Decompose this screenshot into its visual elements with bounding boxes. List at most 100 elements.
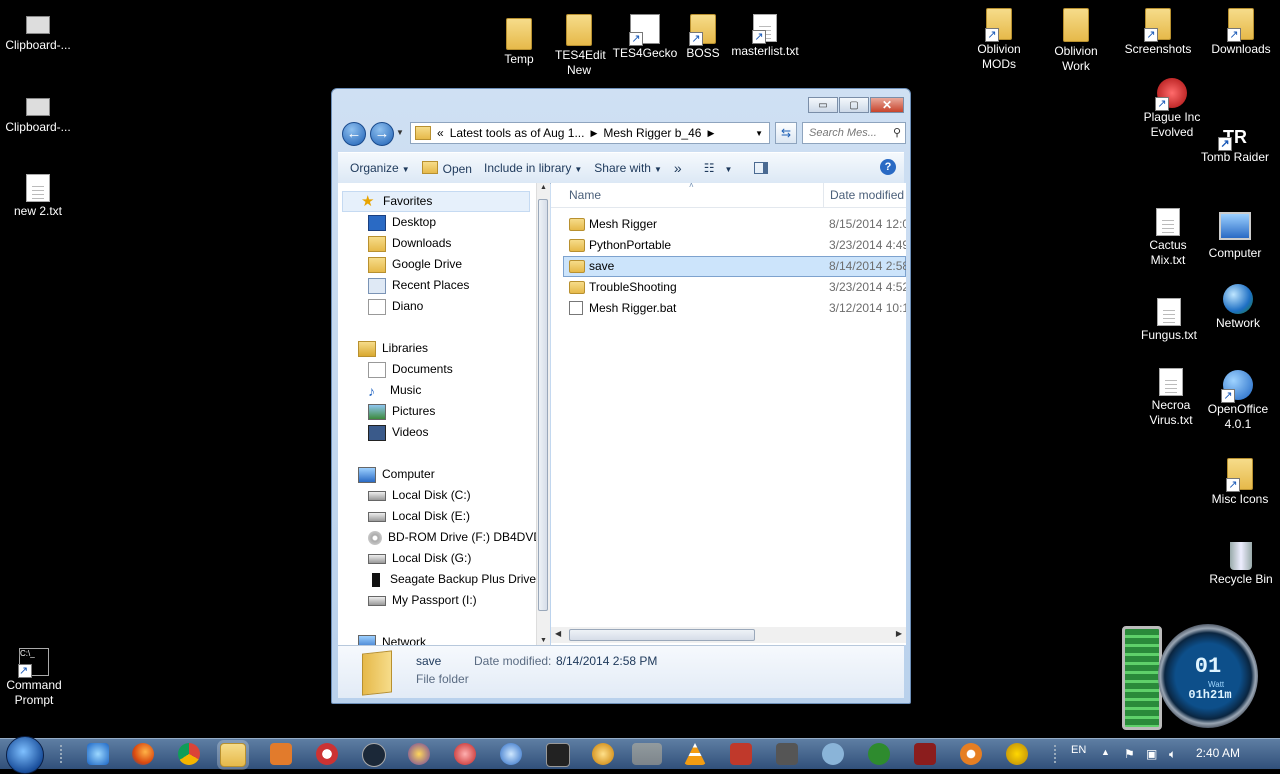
desktop-icon-fungus[interactable]: Fungus.txt bbox=[1131, 298, 1207, 343]
desktop-icon-new-2-txt[interactable]: new 2.txt bbox=[0, 174, 76, 219]
app-icon[interactable] bbox=[960, 743, 982, 765]
file-row-pythonportable[interactable]: PythonPortable 3/23/2014 4:49 bbox=[563, 235, 906, 256]
app-icon[interactable] bbox=[408, 743, 430, 765]
nav-local-disk-e[interactable]: Local Disk (E:) bbox=[368, 506, 470, 527]
change-view-icon[interactable]: ☷ ▼ bbox=[704, 161, 733, 175]
file-row-mesh-rigger-bat[interactable]: Mesh Rigger.bat 3/12/2014 10:1 bbox=[563, 298, 906, 319]
help-icon[interactable]: ? bbox=[880, 159, 896, 175]
nav-favorites[interactable]: ★ Favorites bbox=[342, 191, 530, 212]
column-header-name[interactable]: Name bbox=[569, 188, 601, 202]
nav-local-disk-g[interactable]: Local Disk (G:) bbox=[368, 548, 471, 569]
close-button[interactable]: ✕ bbox=[870, 97, 904, 113]
nav-videos[interactable]: Videos bbox=[368, 422, 428, 443]
desktop-icon-clipboard-1[interactable]: Clipboard-... bbox=[0, 16, 76, 53]
desktop-icon-network[interactable]: Network bbox=[1200, 284, 1276, 331]
back-button[interactable]: ← bbox=[342, 122, 366, 146]
desktop-icon-recycle-bin[interactable]: Recycle Bin bbox=[1203, 542, 1279, 587]
scroll-up-icon[interactable]: ▲ bbox=[540, 184, 547, 191]
nav-network[interactable]: Network bbox=[358, 632, 426, 645]
chrome-icon[interactable] bbox=[178, 743, 200, 765]
breadcrumb-mesh-rigger[interactable]: Mesh Rigger b_46 bbox=[603, 126, 701, 140]
desktop-icon-oblivion-work[interactable]: Oblivion Work bbox=[1038, 8, 1114, 74]
app-icon[interactable] bbox=[776, 743, 798, 765]
firefox-icon[interactable] bbox=[132, 743, 154, 765]
address-dropdown-icon[interactable]: ▼ bbox=[755, 129, 763, 138]
breadcrumb-separator-icon[interactable]: ▶ bbox=[707, 128, 714, 139]
nav-pictures[interactable]: Pictures bbox=[368, 401, 435, 422]
desktop-icon-tomb-raider[interactable]: TR Tomb Raider bbox=[1197, 126, 1273, 165]
nav-downloads[interactable]: Downloads bbox=[368, 233, 451, 254]
preview-pane-icon[interactable] bbox=[754, 162, 769, 174]
app-icon[interactable] bbox=[546, 743, 570, 767]
power-icon[interactable] bbox=[316, 743, 338, 765]
app-icon[interactable] bbox=[592, 743, 614, 765]
desktop-icon-screenshots[interactable]: Screenshots bbox=[1120, 8, 1196, 57]
language-indicator[interactable]: EN bbox=[1071, 744, 1086, 756]
navigation-pane-scrollbar[interactable]: ▲ ▼ bbox=[536, 183, 550, 645]
desktop-icon-tes4edit[interactable]: TES4Edit New bbox=[541, 14, 617, 78]
desktop-icon-clipboard-2[interactable]: Clipboard-... bbox=[0, 98, 76, 135]
forward-button[interactable]: → bbox=[370, 122, 394, 146]
include-in-library-button[interactable]: Include in library ▼ bbox=[484, 161, 582, 175]
show-hidden-icons-icon[interactable]: ▲ bbox=[1101, 747, 1110, 757]
scrollbar-thumb[interactable] bbox=[538, 199, 548, 611]
app-icon[interactable] bbox=[914, 743, 936, 765]
nav-google-drive[interactable]: Google Drive bbox=[368, 254, 462, 275]
desktop-icon-necroa-virus[interactable]: Necroa Virus.txt bbox=[1133, 368, 1209, 428]
open-button[interactable]: Open bbox=[421, 160, 472, 176]
desktop-icon-masterlist[interactable]: masterlist.txt bbox=[727, 14, 803, 59]
file-row-mesh-rigger[interactable]: Mesh Rigger 8/15/2014 12:0 bbox=[563, 214, 906, 235]
desktop-icon-misc-icons[interactable]: Misc Icons bbox=[1202, 458, 1278, 507]
media-player-icon[interactable] bbox=[270, 743, 292, 765]
more-commands-button[interactable]: » bbox=[674, 160, 682, 176]
utorrent-icon[interactable] bbox=[868, 743, 890, 765]
power-meter-gadget[interactable]: 01 Watt 01h21m bbox=[1122, 624, 1260, 732]
file-row-troubleshooting[interactable]: TroubleShooting 3/23/2014 4:52 bbox=[563, 277, 906, 298]
desktop-icon-command-prompt[interactable]: C:\_ Command Prompt bbox=[0, 648, 72, 708]
explorer-window[interactable]: ▭ ▢ ✕ ← → ▼ « Latest tools as of Aug 1..… bbox=[331, 88, 911, 704]
app-icon[interactable] bbox=[632, 743, 662, 765]
scroll-down-icon[interactable]: ▼ bbox=[540, 637, 547, 644]
nav-documents[interactable]: Documents bbox=[368, 359, 453, 380]
nav-my-passport[interactable]: My Passport (I:) bbox=[368, 590, 477, 611]
search-input[interactable]: Search Mes... ⚲ bbox=[802, 122, 906, 144]
breadcrumb-separator-icon[interactable]: ▶ bbox=[590, 128, 597, 139]
nav-desktop[interactable]: Desktop bbox=[368, 212, 436, 233]
nav-seagate-backup[interactable]: Seagate Backup Plus Drive ( bbox=[368, 569, 536, 590]
desktop-icon-openoffice[interactable]: OpenOffice 4.0.1 bbox=[1200, 370, 1276, 432]
organize-button[interactable]: Organize ▼ bbox=[350, 161, 410, 175]
app-icon[interactable] bbox=[1006, 743, 1028, 765]
action-center-flag-icon[interactable]: ⚑ bbox=[1124, 747, 1135, 761]
column-header-date-modified[interactable]: Date modified bbox=[830, 188, 904, 202]
desktop-icon-oblivion-mods[interactable]: Oblivion MODs bbox=[961, 8, 1037, 72]
scroll-right-icon[interactable]: ▶ bbox=[896, 629, 902, 638]
nav-local-disk-c[interactable]: Local Disk (C:) bbox=[368, 485, 471, 506]
nav-recent-places[interactable]: Recent Places bbox=[368, 275, 469, 296]
internet-explorer-icon[interactable] bbox=[87, 743, 109, 765]
file-list-horizontal-scrollbar[interactable]: ◀ ▶ bbox=[551, 627, 906, 643]
desktop-icon-computer[interactable]: Computer bbox=[1197, 212, 1273, 261]
address-chevron[interactable]: « bbox=[437, 126, 444, 140]
address-bar[interactable]: « Latest tools as of Aug 1... ▶ Mesh Rig… bbox=[410, 122, 770, 144]
windows-explorer-icon[interactable] bbox=[220, 743, 246, 767]
minimize-button[interactable]: ▭ bbox=[808, 97, 838, 113]
desktop-icon-cactus-mix[interactable]: Cactus Mix.txt bbox=[1130, 208, 1206, 268]
app-icon[interactable] bbox=[822, 743, 844, 765]
maximize-button[interactable]: ▢ bbox=[839, 97, 869, 113]
file-list-pane[interactable]: ˄ Name Date modified Mesh Rigger 8/15/20… bbox=[551, 183, 906, 645]
nav-computer[interactable]: Computer bbox=[358, 464, 435, 485]
nav-music[interactable]: ♪ Music bbox=[368, 380, 421, 401]
scroll-left-icon[interactable]: ◀ bbox=[555, 629, 561, 638]
refresh-button[interactable]: ⇆ bbox=[775, 122, 797, 144]
breadcrumb-latest-tools[interactable]: Latest tools as of Aug 1... bbox=[450, 126, 585, 140]
app-icon[interactable] bbox=[730, 743, 752, 765]
network-status-icon[interactable]: ▣ bbox=[1146, 747, 1157, 761]
taskbar-clock[interactable]: 2:40 AM bbox=[1196, 746, 1240, 760]
app-icon[interactable] bbox=[454, 743, 476, 765]
nav-libraries[interactable]: Libraries bbox=[358, 338, 428, 359]
search-icon[interactable]: ⚲ bbox=[893, 123, 901, 143]
vlc-icon[interactable] bbox=[684, 743, 706, 765]
start-button[interactable] bbox=[6, 736, 44, 774]
recent-pages-dropdown[interactable]: ▼ bbox=[396, 128, 404, 137]
scrollbar-thumb[interactable] bbox=[569, 629, 755, 641]
